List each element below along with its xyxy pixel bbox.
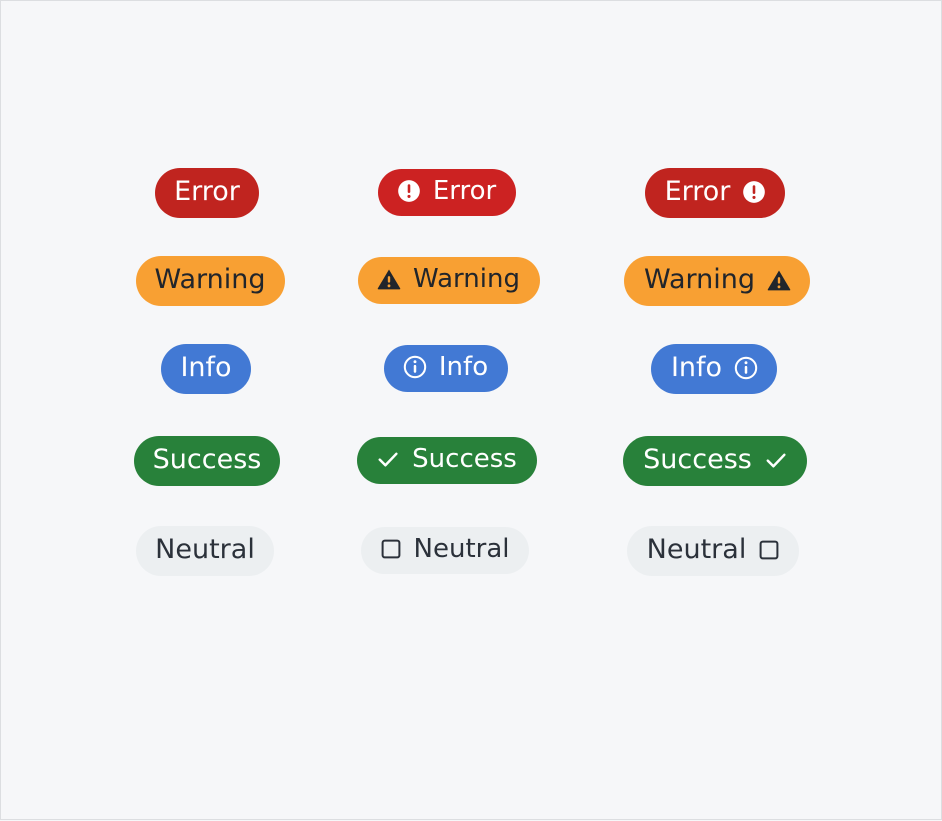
badge-label: Info: [438, 352, 489, 382]
square-icon: [379, 537, 403, 561]
badge-label: Info: [670, 352, 723, 383]
badge-grid: Error Warning Info Success Neutral Error…: [1, 1, 942, 821]
warning-triangle-icon: [376, 266, 402, 292]
badge-error-text-only[interactable]: Error: [155, 168, 259, 218]
badge-success-icon-leading[interactable]: Success: [357, 437, 537, 484]
badge-info-icon-trailing[interactable]: Info: [650, 344, 778, 394]
badge-label: Neutral: [155, 534, 255, 565]
badge-label: Success: [152, 444, 262, 475]
error-exclamation-circle-icon: [396, 178, 422, 204]
badge-neutral-text-only[interactable]: Neutral: [136, 526, 274, 576]
badge-warning-icon-trailing[interactable]: Warning: [624, 256, 811, 306]
badge-neutral-icon-trailing[interactable]: Neutral: [626, 526, 800, 576]
badge-success-icon-trailing[interactable]: Success: [623, 436, 807, 486]
badge-label: Warning: [644, 264, 756, 295]
badge-warning-text-only[interactable]: Warning: [135, 256, 285, 306]
badge-label: Error: [432, 176, 497, 206]
badge-success-text-only[interactable]: Success: [133, 436, 281, 486]
badge-error-icon-trailing[interactable]: Error: [644, 168, 786, 218]
badge-neutral-icon-leading[interactable]: Neutral: [360, 527, 530, 574]
error-exclamation-circle-icon: [741, 179, 767, 205]
page-frame: Error Warning Info Success Neutral Error…: [0, 0, 942, 820]
badge-label: Error: [664, 176, 731, 207]
badge-label: Neutral: [646, 534, 747, 565]
badge-label: Success: [412, 444, 517, 474]
badge-label: Warning: [413, 264, 520, 294]
badge-label: Warning: [154, 264, 266, 295]
badge-warning-icon-leading[interactable]: Warning: [358, 257, 540, 304]
badge-error-icon-leading[interactable]: Error: [377, 169, 517, 216]
info-circle-icon: [402, 354, 428, 380]
info-circle-icon: [733, 355, 759, 381]
badge-label: Info: [180, 352, 232, 383]
badge-info-text-only[interactable]: Info: [161, 344, 251, 394]
badge-label: Error: [174, 176, 240, 207]
badge-label: Neutral: [413, 534, 510, 564]
square-icon: [757, 538, 781, 562]
badge-info-icon-leading[interactable]: Info: [383, 345, 509, 392]
badge-label: Success: [643, 444, 752, 475]
warning-triangle-icon: [766, 267, 792, 293]
check-icon: [763, 447, 789, 473]
check-icon: [375, 446, 401, 472]
